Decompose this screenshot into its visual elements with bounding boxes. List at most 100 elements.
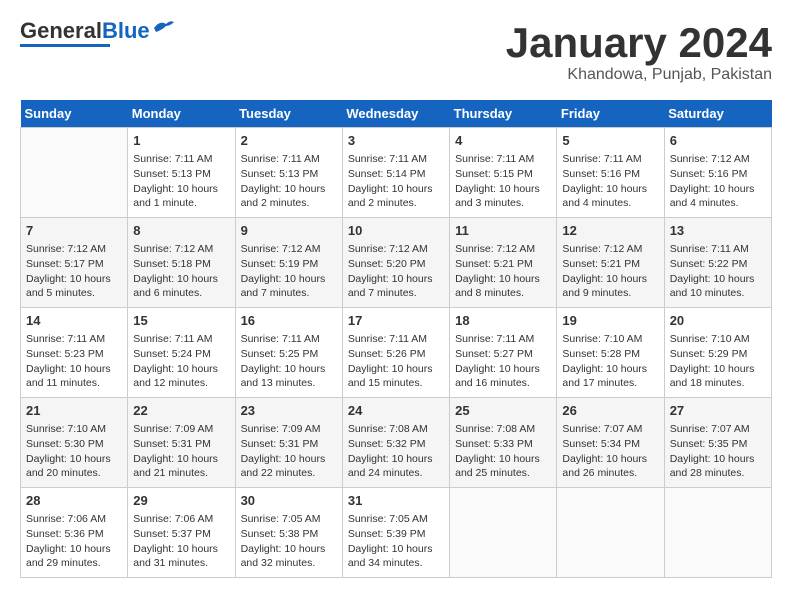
table-row: 5Sunrise: 7:11 AM Sunset: 5:16 PM Daylig… xyxy=(557,128,664,218)
day-info: Sunrise: 7:12 AM Sunset: 5:21 PM Dayligh… xyxy=(455,242,551,301)
logo-underline xyxy=(20,44,110,47)
day-number: 10 xyxy=(348,222,444,240)
day-info: Sunrise: 7:05 AM Sunset: 5:39 PM Dayligh… xyxy=(348,512,444,571)
weekday-row: Sunday Monday Tuesday Wednesday Thursday… xyxy=(21,100,772,128)
table-row: 18 Sunrise: 7:11 AM Sunset: 5:27 PM Dayli… xyxy=(450,308,557,398)
logo: GeneralBlue xyxy=(20,20,174,47)
day-info: Sunrise: 7:11 AM Sunset: 5:26 PM Dayligh… xyxy=(348,332,444,391)
day-number: 21 xyxy=(26,402,122,420)
day-number: 11 xyxy=(455,222,551,240)
table-row: 23 Sunrise: 7:09 AM Sunset: 5:31 PM Dayli… xyxy=(235,398,342,488)
day-info: Sunrise: 7:06 AM Sunset: 5:36 PM Dayligh… xyxy=(26,512,122,571)
day-info: Sunrise: 7:08 AM Sunset: 5:33 PM Dayligh… xyxy=(455,422,551,481)
table-row: 17 Sunrise: 7:11 AM Sunset: 5:26 PM Dayli… xyxy=(342,308,449,398)
day-info: Sunrise: 7:11 AM Sunset: 5:23 PM Dayligh… xyxy=(26,332,122,391)
day-number: 25 xyxy=(455,402,551,420)
day-number: 12 xyxy=(562,222,658,240)
calendar-week-row: 14 Sunrise: 7:11 AM Sunset: 5:23 PM Dayli… xyxy=(21,308,772,398)
day-info: Sunrise: 7:09 AM Sunset: 5:31 PM Dayligh… xyxy=(241,422,337,481)
table-row xyxy=(664,488,771,578)
table-row: 16 Sunrise: 7:11 AM Sunset: 5:25 PM Dayli… xyxy=(235,308,342,398)
day-number: 1 xyxy=(133,132,229,150)
location-text: Khandowa, Punjab, Pakistan xyxy=(506,66,772,84)
table-row: 11 Sunrise: 7:12 AM Sunset: 5:21 PM Dayli… xyxy=(450,218,557,308)
table-row: 30 Sunrise: 7:05 AM Sunset: 5:38 PM Dayli… xyxy=(235,488,342,578)
table-row: 14 Sunrise: 7:11 AM Sunset: 5:23 PM Dayli… xyxy=(21,308,128,398)
day-number: 16 xyxy=(241,312,337,330)
calendar-week-row: 7 Sunrise: 7:12 AM Sunset: 5:17 PM Daylig… xyxy=(21,218,772,308)
table-row: 7 Sunrise: 7:12 AM Sunset: 5:17 PM Daylig… xyxy=(21,218,128,308)
day-info: Sunrise: 7:09 AM Sunset: 5:31 PM Dayligh… xyxy=(133,422,229,481)
day-info: Sunrise: 7:05 AM Sunset: 5:38 PM Dayligh… xyxy=(241,512,337,571)
logo-bird-icon xyxy=(152,18,174,36)
day-number: 14 xyxy=(26,312,122,330)
day-number: 2 xyxy=(241,132,337,150)
title-section: January 2024 Khandowa, Punjab, Pakistan xyxy=(506,20,772,84)
day-number: 8 xyxy=(133,222,229,240)
day-info: Sunrise: 7:11 AM Sunset: 5:14 PM Dayligh… xyxy=(348,152,444,211)
calendar-week-row: 21 Sunrise: 7:10 AM Sunset: 5:30 PM Dayli… xyxy=(21,398,772,488)
day-number: 4 xyxy=(455,132,551,150)
day-number: 20 xyxy=(670,312,766,330)
weekday-tuesday: Tuesday xyxy=(235,100,342,128)
day-number: 6 xyxy=(670,132,766,150)
day-number: 27 xyxy=(670,402,766,420)
day-info: Sunrise: 7:11 AM Sunset: 5:25 PM Dayligh… xyxy=(241,332,337,391)
table-row xyxy=(450,488,557,578)
day-number: 7 xyxy=(26,222,122,240)
table-row: 28Sunrise: 7:06 AM Sunset: 5:36 PM Dayli… xyxy=(21,488,128,578)
day-info: Sunrise: 7:11 AM Sunset: 5:27 PM Dayligh… xyxy=(455,332,551,391)
weekday-thursday: Thursday xyxy=(450,100,557,128)
table-row: 21 Sunrise: 7:10 AM Sunset: 5:30 PM Dayli… xyxy=(21,398,128,488)
table-row: 25 Sunrise: 7:08 AM Sunset: 5:33 PM Dayli… xyxy=(450,398,557,488)
day-number: 24 xyxy=(348,402,444,420)
calendar-body: 1 Sunrise: 7:11 AM Sunset: 5:13 PM Daylig… xyxy=(21,128,772,578)
day-info: Sunrise: 7:12 AM Sunset: 5:16 PM Dayligh… xyxy=(670,152,766,211)
table-row xyxy=(557,488,664,578)
day-number: 30 xyxy=(241,492,337,510)
day-number: 26 xyxy=(562,402,658,420)
table-row: 3 Sunrise: 7:11 AM Sunset: 5:14 PM Daylig… xyxy=(342,128,449,218)
weekday-friday: Friday xyxy=(557,100,664,128)
day-info: Sunrise: 7:10 AM Sunset: 5:28 PM Dayligh… xyxy=(562,332,658,391)
table-row: 27 Sunrise: 7:07 AM Sunset: 5:35 PM Dayli… xyxy=(664,398,771,488)
day-info: Sunrise: 7:12 AM Sunset: 5:21 PM Dayligh… xyxy=(562,242,658,301)
day-info: Sunrise: 7:11 AM Sunset: 5:15 PM Dayligh… xyxy=(455,152,551,211)
weekday-monday: Monday xyxy=(128,100,235,128)
calendar-header: Sunday Monday Tuesday Wednesday Thursday… xyxy=(21,100,772,128)
day-number: 17 xyxy=(348,312,444,330)
day-info: Sunrise: 7:11 AM Sunset: 5:22 PM Dayligh… xyxy=(670,242,766,301)
day-number: 3 xyxy=(348,132,444,150)
table-row: 4 Sunrise: 7:11 AM Sunset: 5:15 PM Daylig… xyxy=(450,128,557,218)
day-info: Sunrise: 7:06 AM Sunset: 5:37 PM Dayligh… xyxy=(133,512,229,571)
table-row: 31 Sunrise: 7:05 AM Sunset: 5:39 PM Dayli… xyxy=(342,488,449,578)
day-number: 5 xyxy=(562,132,658,150)
table-row: 29Sunrise: 7:06 AM Sunset: 5:37 PM Dayli… xyxy=(128,488,235,578)
day-info: Sunrise: 7:07 AM Sunset: 5:34 PM Dayligh… xyxy=(562,422,658,481)
day-info: Sunrise: 7:08 AM Sunset: 5:32 PM Dayligh… xyxy=(348,422,444,481)
weekday-sunday: Sunday xyxy=(21,100,128,128)
day-number: 9 xyxy=(241,222,337,240)
month-title: January 2024 xyxy=(506,20,772,66)
day-info: Sunrise: 7:10 AM Sunset: 5:30 PM Dayligh… xyxy=(26,422,122,481)
day-number: 22 xyxy=(133,402,229,420)
table-row: 9Sunrise: 7:12 AM Sunset: 5:19 PM Daylig… xyxy=(235,218,342,308)
calendar-table: Sunday Monday Tuesday Wednesday Thursday… xyxy=(20,100,772,578)
day-info: Sunrise: 7:12 AM Sunset: 5:17 PM Dayligh… xyxy=(26,242,122,301)
day-info: Sunrise: 7:11 AM Sunset: 5:13 PM Dayligh… xyxy=(241,152,337,211)
day-number: 18 xyxy=(455,312,551,330)
table-row: 19Sunrise: 7:10 AM Sunset: 5:28 PM Dayli… xyxy=(557,308,664,398)
day-number: 31 xyxy=(348,492,444,510)
calendar-week-row: 28Sunrise: 7:06 AM Sunset: 5:36 PM Dayli… xyxy=(21,488,772,578)
day-info: Sunrise: 7:12 AM Sunset: 5:18 PM Dayligh… xyxy=(133,242,229,301)
weekday-wednesday: Wednesday xyxy=(342,100,449,128)
day-info: Sunrise: 7:11 AM Sunset: 5:24 PM Dayligh… xyxy=(133,332,229,391)
table-row: 10Sunrise: 7:12 AM Sunset: 5:20 PM Dayli… xyxy=(342,218,449,308)
day-info: Sunrise: 7:07 AM Sunset: 5:35 PM Dayligh… xyxy=(670,422,766,481)
table-row: 1 Sunrise: 7:11 AM Sunset: 5:13 PM Daylig… xyxy=(128,128,235,218)
day-number: 23 xyxy=(241,402,337,420)
table-row: 20 Sunrise: 7:10 AM Sunset: 5:29 PM Dayli… xyxy=(664,308,771,398)
table-row: 12 Sunrise: 7:12 AM Sunset: 5:21 PM Dayli… xyxy=(557,218,664,308)
day-info: Sunrise: 7:10 AM Sunset: 5:29 PM Dayligh… xyxy=(670,332,766,391)
day-info: Sunrise: 7:11 AM Sunset: 5:13 PM Dayligh… xyxy=(133,152,229,211)
